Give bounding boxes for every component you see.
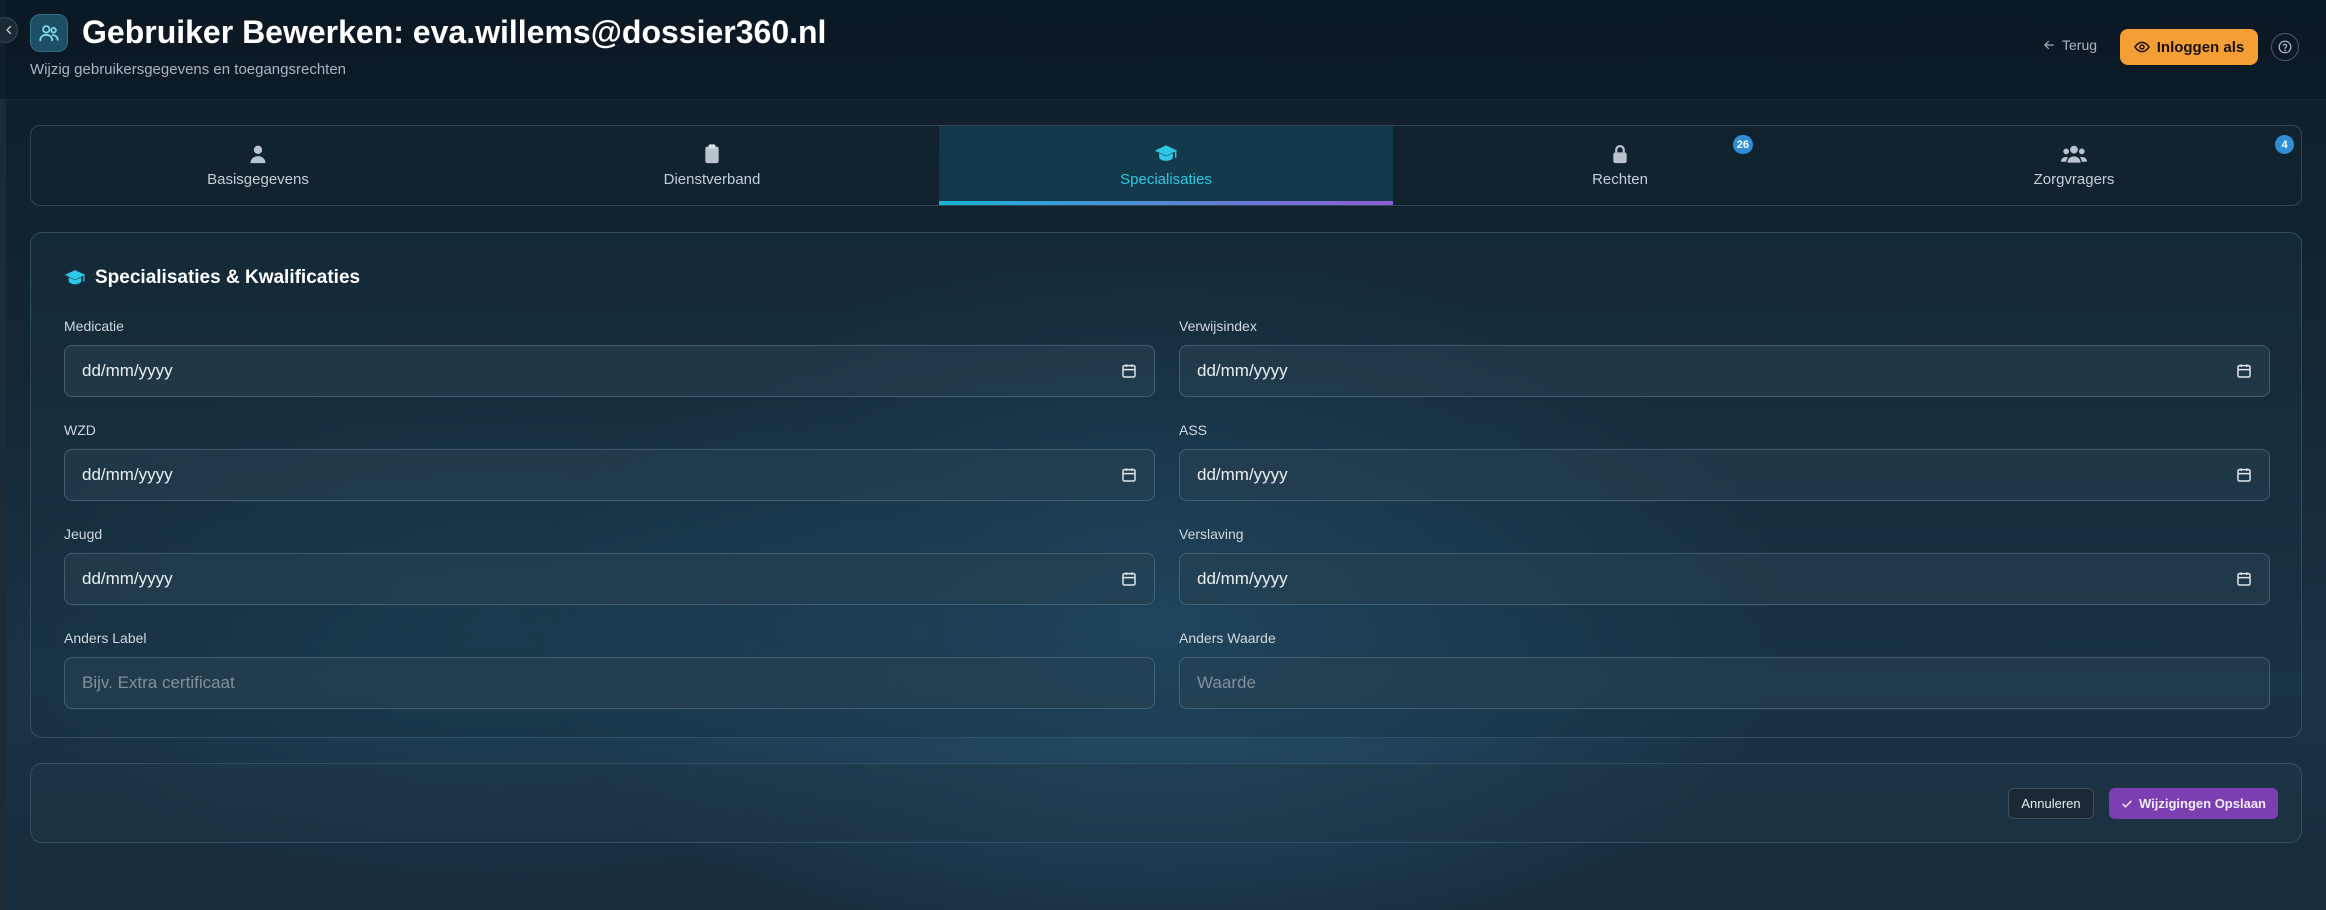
help-button[interactable] (2271, 33, 2299, 61)
date-value: dd/mm/yyyy (82, 569, 173, 588)
question-circle-icon (2278, 40, 2292, 54)
calendar-icon[interactable] (1121, 571, 1137, 587)
field-label: Medicatie (64, 318, 124, 334)
section-title-text: Specialisaties & Kwalificaties (95, 267, 361, 288)
field-label: Jeugd (64, 526, 103, 542)
verslaving-field: Verslaving dd/mm/yyyy (1179, 526, 2270, 605)
page-header: Gebruiker Bewerken: eva.willems@dossier3… (0, 0, 2326, 100)
login-as-button[interactable]: Inloggen als (2120, 29, 2258, 65)
tab-rechten[interactable]: Rechten 26 (1393, 126, 1847, 205)
tab-label: Specialisaties (1120, 170, 1212, 188)
tab-label: Rechten (1592, 170, 1648, 188)
date-value: dd/mm/yyyy (82, 361, 173, 380)
graduation-cap-icon (64, 270, 86, 285)
verwijsindex-date-input[interactable]: dd/mm/yyyy (1179, 345, 2270, 397)
form-actions-bar: Annuleren Wijzigingen Opslaan (30, 763, 2302, 843)
page-title: Gebruiker Bewerken: eva.willems@dossier3… (82, 14, 827, 50)
field-label: Anders Waarde (1179, 630, 1276, 646)
zorgvragers-count-badge: 4 (2275, 135, 2294, 154)
input-placeholder: Waarde (1197, 673, 1256, 692)
calendar-icon[interactable] (1121, 363, 1137, 379)
anders-waarde-input[interactable]: Waarde (1179, 657, 2270, 709)
date-value: dd/mm/yyyy (1197, 569, 1288, 588)
check-icon (2122, 800, 2132, 807)
tab-label: Zorgvragers (2033, 170, 2115, 188)
calendar-icon[interactable] (2236, 363, 2252, 379)
page-subtitle: Wijzig gebruikersgegevens en toegangsrec… (30, 61, 347, 78)
cancel-button[interactable]: Annuleren (2008, 788, 2094, 819)
ass-field: ASS dd/mm/yyyy (1179, 422, 2270, 501)
graduation-cap-icon (1154, 144, 1178, 161)
arrow-left-icon (2044, 40, 2054, 50)
chevron-left-icon (6, 25, 12, 35)
input-placeholder: Bijv. Extra certificaat (82, 673, 235, 692)
rechten-count-badge: 26 (1732, 135, 1753, 154)
tab-label: Basisgegevens (207, 170, 309, 188)
calendar-icon[interactable] (2236, 467, 2252, 483)
sidebar-edge (0, 0, 6, 910)
date-value: dd/mm/yyyy (1197, 361, 1288, 380)
medicatie-field: Medicatie dd/mm/yyyy (64, 318, 1155, 397)
tab-basisgegevens[interactable]: Basisgegevens (31, 126, 485, 205)
verslaving-date-input[interactable]: dd/mm/yyyy (1179, 553, 2270, 605)
ass-date-input[interactable]: dd/mm/yyyy (1179, 449, 2270, 501)
jeugd-date-input[interactable]: dd/mm/yyyy (64, 553, 1155, 605)
tab-bar: Basisgegevens Dienstverband Specialisati… (30, 125, 2302, 206)
eye-icon (2133, 41, 2150, 53)
section-title: Specialisaties & Kwalificaties (64, 267, 360, 289)
calendar-icon[interactable] (1121, 467, 1137, 483)
anders-label-input[interactable]: Bijv. Extra certificaat (64, 657, 1155, 709)
tab-zorgvragers[interactable]: Zorgvragers 4 (1847, 126, 2301, 205)
jeugd-field: Jeugd dd/mm/yyyy (64, 526, 1155, 605)
verwijsindex-field: Verwijsindex dd/mm/yyyy (1179, 318, 2270, 397)
wzd-date-input[interactable]: dd/mm/yyyy (64, 449, 1155, 501)
users-cog-icon (30, 14, 68, 52)
clipboard-icon (705, 143, 719, 163)
save-changes-button[interactable]: Wijzigingen Opslaan (2109, 788, 2278, 819)
back-link[interactable]: Terug (2042, 37, 2097, 53)
anders-label-field: Anders Label Bijv. Extra certificaat (64, 630, 1155, 709)
tab-specialisaties[interactable]: Specialisaties (939, 126, 1393, 205)
field-label: Verwijsindex (1179, 318, 1257, 334)
tab-dienstverband[interactable]: Dienstverband (485, 126, 939, 205)
save-label: Wijzigingen Opslaan (2138, 796, 2266, 811)
specialisaties-card: Specialisaties & Kwalificaties Medicatie… (30, 232, 2302, 738)
login-as-label: Inloggen als (2156, 38, 2245, 56)
anders-waarde-field: Anders Waarde Waarde (1179, 630, 2270, 709)
back-link-label: Terug (2062, 37, 2098, 53)
tab-label: Dienstverband (663, 170, 761, 188)
lock-icon (1613, 144, 1627, 163)
user-icon (250, 145, 266, 163)
field-label: Verslaving (1179, 526, 1244, 542)
users-icon (2061, 145, 2087, 163)
field-label: ASS (1179, 422, 1208, 438)
wzd-field: WZD dd/mm/yyyy (64, 422, 1155, 501)
medicatie-date-input[interactable]: dd/mm/yyyy (64, 345, 1155, 397)
calendar-icon[interactable] (2236, 571, 2252, 587)
date-value: dd/mm/yyyy (82, 465, 173, 484)
date-value: dd/mm/yyyy (1197, 465, 1288, 484)
field-label: Anders Label (64, 630, 147, 646)
field-label: WZD (64, 422, 96, 438)
